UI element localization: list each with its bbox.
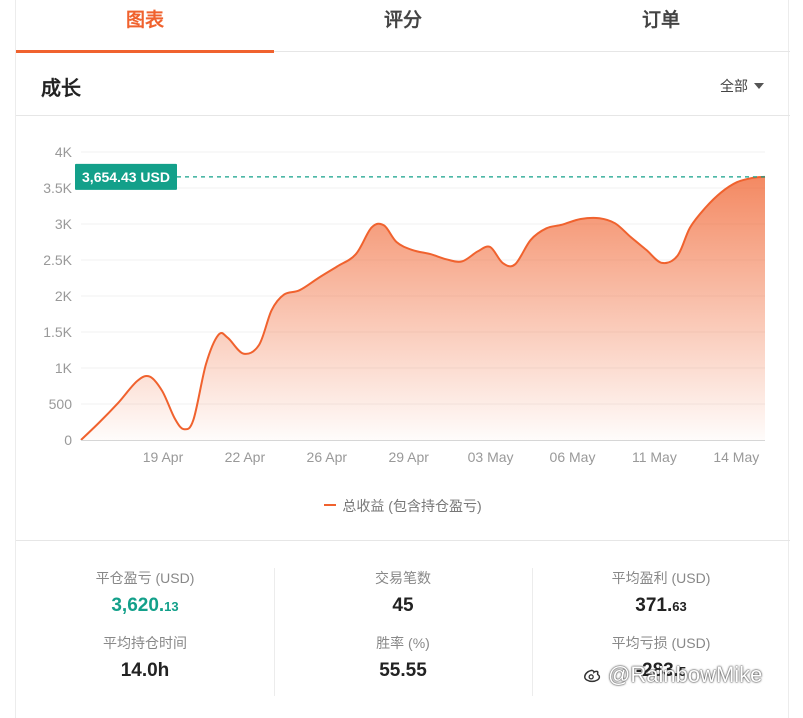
legend-swatch <box>324 504 337 507</box>
weibo-icon <box>584 669 601 683</box>
y-tick-label: 2K <box>55 288 73 304</box>
x-tick-label: 26 Apr <box>307 449 348 465</box>
stat-avg-hold-time: 平均持仓时间 14.0h <box>16 633 274 682</box>
y-tick-label: 4K <box>55 144 73 160</box>
stats-column: 交易笔数 45 胜率 (%) 55.55 <box>274 542 532 718</box>
y-tick-label: 3.5K <box>43 180 72 196</box>
y-tick-label: 3K <box>55 216 73 232</box>
growth-area-fill <box>81 176 765 440</box>
y-tick-label: 500 <box>49 396 73 412</box>
y-tick-label: 1K <box>55 360 73 376</box>
value-badge-label: 3,654.43 USD <box>82 169 170 185</box>
stat-value-int: 3,620. <box>111 595 165 616</box>
y-tick-label: 2.5K <box>43 252 72 268</box>
stat-value-int: 55.55 <box>379 660 427 681</box>
chart-legend[interactable]: 总收益 (包含持仓盈亏) <box>16 496 790 516</box>
stat-value-dec: 13 <box>164 599 179 614</box>
stats-column: 平均盈利 (USD) 371.63 平均亏损 (USD) -283.5 <box>532 542 790 718</box>
x-tick-label: 22 Apr <box>225 449 266 465</box>
stat-value-int: 45 <box>392 595 414 616</box>
stats-column: 平仓盈亏 (USD) 3,620.13 平均持仓时间 14.0h <box>16 542 274 718</box>
y-tick-label: 0 <box>64 432 72 448</box>
growth-chart: 0 500 1K 1.5K 2K 2.5K 3K 3.5K 4K 19 Apr 22 Apr 26 A… <box>16 117 790 541</box>
stat-closed-pnl: 平仓盈亏 (USD) 3,620.13 <box>16 568 274 617</box>
stat-label: 胜率 (%) <box>376 635 430 651</box>
stat-value-int: 371. <box>635 595 673 616</box>
watermark-text: @RainbowMike <box>608 662 763 687</box>
x-tick-label: 29 Apr <box>388 449 429 465</box>
x-tick-label: 03 May <box>468 449 514 465</box>
stat-win-rate: 胜率 (%) 55.55 <box>274 633 532 682</box>
stat-trade-count: 交易笔数 45 <box>274 568 532 617</box>
watermark: @RainbowMike <box>582 662 762 688</box>
y-tick-label: 1.5K <box>43 324 72 340</box>
stat-label: 平均持仓时间 <box>103 635 187 651</box>
legend-label: 总收益 (包含持仓盈亏) <box>342 498 482 514</box>
stat-label: 平均盈利 (USD) <box>611 570 711 586</box>
stat-label: 平均亏损 (USD) <box>611 635 711 651</box>
stat-avg-profit: 平均盈利 (USD) 371.63 <box>532 568 790 617</box>
stat-label: 交易笔数 <box>375 570 431 586</box>
stats-panel: 平仓盈亏 (USD) 3,620.13 平均持仓时间 14.0h 交易笔数 45… <box>16 542 790 718</box>
stat-value: 55.55 <box>274 660 532 682</box>
stat-value: 3,620.13 <box>16 595 274 617</box>
x-tick-label: 06 May <box>550 449 596 465</box>
stat-value: 45 <box>274 595 532 617</box>
growth-chart-svg: 0 500 1K 1.5K 2K 2.5K 3K 3.5K 4K 19 Apr 22 Apr 26 A… <box>43 144 766 465</box>
stat-value-dec: 63 <box>672 599 687 614</box>
stat-value: 14.0h <box>16 660 274 682</box>
x-tick-label: 19 Apr <box>143 449 184 465</box>
stat-value: 371.63 <box>532 595 790 617</box>
stat-label: 平仓盈亏 (USD) <box>95 570 195 586</box>
x-tick-label: 14 May <box>713 449 759 465</box>
performance-card: 图表 评分 订单 成长 全部 0 500 1K 1.5K 2K 2.5K 3K 3.5K 4K 1… <box>15 0 790 718</box>
x-tick-label: 11 May <box>632 449 677 465</box>
stat-value-int: 14.0h <box>120 660 170 681</box>
